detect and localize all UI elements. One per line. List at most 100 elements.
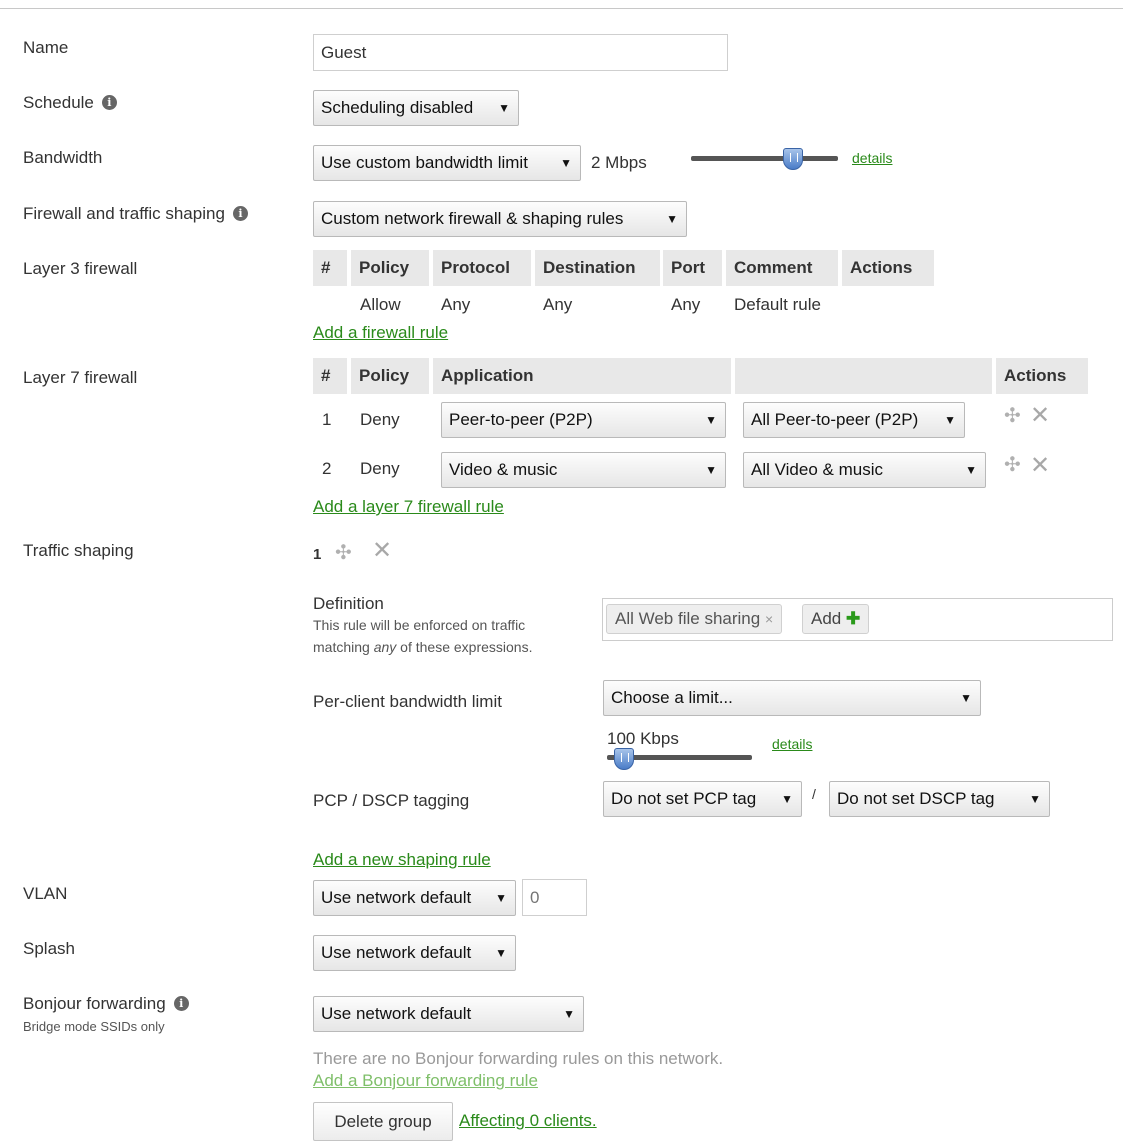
per-client-limit-select[interactable]: Choose a limit... ▼: [603, 680, 981, 716]
info-icon[interactable]: i: [232, 206, 248, 221]
close-icon[interactable]: ✕: [1030, 404, 1050, 428]
bandwidth-slider-handle[interactable]: [783, 148, 803, 170]
pcp-dscp-label: PCP / DSCP tagging: [313, 791, 470, 810]
layer3-header-policy: Policy: [351, 250, 429, 286]
layer7-row-num: 2: [322, 459, 332, 478]
bandwidth-details-link[interactable]: details: [852, 150, 892, 166]
chevron-down-icon: ▼: [1029, 792, 1041, 806]
layer3-header-port: Port: [663, 250, 722, 286]
vlan-select[interactable]: Use network default ▼: [313, 880, 516, 916]
bandwidth-label: Bandwidth: [23, 148, 103, 167]
definition-help-em: any: [373, 639, 397, 655]
delete-group-button[interactable]: Delete group: [313, 1102, 453, 1141]
definition-help: This rule will be enforced on traffic: [313, 617, 526, 633]
firewall-select-value: Custom network firewall & shaping rules: [321, 209, 624, 228]
layer3-row-protocol: Any: [441, 295, 471, 314]
add-tag-button[interactable]: Add ✚: [802, 604, 870, 634]
chevron-down-icon: ▼: [495, 891, 507, 905]
layer7-label: Layer 7 firewall: [23, 368, 138, 387]
layer3-row-port: Any: [671, 295, 701, 314]
layer7-row-app-select[interactable]: All Peer-to-peer (P2P) ▼: [743, 402, 965, 438]
pcp-dscp-separator: /: [812, 786, 816, 802]
chevron-down-icon: ▼: [781, 792, 793, 806]
move-icon[interactable]: ✣: [335, 543, 352, 563]
affecting-clients-link[interactable]: Affecting 0 clients.: [459, 1111, 597, 1131]
name-label: Name: [23, 38, 69, 57]
per-client-slider-handle[interactable]: [614, 748, 634, 770]
traffic-shaping-label: Traffic shaping: [23, 541, 134, 560]
add-shaping-rule-link[interactable]: Add a new shaping rule: [313, 850, 491, 870]
layer7-header-blank: [735, 358, 992, 394]
vlan-id-input[interactable]: [522, 879, 587, 916]
per-client-label: Per-client bandwidth limit: [313, 692, 502, 711]
bonjour-sublabel: Bridge mode SSIDs only: [23, 1019, 165, 1034]
schedule-select-value: Scheduling disabled: [321, 98, 474, 117]
name-input[interactable]: [313, 34, 728, 71]
layer7-header-application: Application: [433, 358, 731, 394]
schedule-select[interactable]: Scheduling disabled ▼: [313, 90, 519, 126]
vlan-label: VLAN: [23, 884, 68, 903]
definition-help: matching any of these expressions.: [313, 639, 532, 655]
definition-tag: All Web file sharing ×: [606, 604, 783, 634]
bandwidth-select[interactable]: Use custom bandwidth limit ▼: [313, 145, 581, 181]
chevron-down-icon: ▼: [960, 691, 972, 705]
chevron-down-icon: ▼: [705, 463, 717, 477]
move-icon[interactable]: ✣: [1004, 455, 1021, 475]
add-layer7-rule-link[interactable]: Add a layer 7 firewall rule: [313, 497, 504, 517]
firewall-select[interactable]: Custom network firewall & shaping rules ▼: [313, 201, 687, 237]
add-tag-label: Add: [811, 609, 842, 628]
layer3-header-destination: Destination: [535, 250, 660, 286]
chevron-down-icon: ▼: [560, 156, 572, 170]
layer3-header-comment: Comment: [726, 250, 838, 286]
chevron-down-icon: ▼: [498, 101, 510, 115]
layer7-header-num: #: [313, 358, 347, 394]
chevron-down-icon: ▼: [495, 946, 507, 960]
per-client-limit-text: 100 Kbps: [607, 729, 679, 748]
dscp-select-value: Do not set DSCP tag: [837, 789, 995, 808]
layer7-header-policy: Policy: [351, 358, 429, 394]
vlan-select-value: Use network default: [321, 888, 472, 907]
bandwidth-select-value: Use custom bandwidth limit: [321, 153, 528, 172]
info-icon[interactable]: i: [101, 95, 117, 110]
chevron-down-icon: ▼: [944, 413, 956, 427]
pcp-select[interactable]: Do not set PCP tag ▼: [603, 781, 802, 817]
bonjour-label: Bonjour forwarding i: [23, 994, 189, 1014]
layer7-row-category-select[interactable]: Video & music ▼: [441, 452, 726, 488]
definition-tag-label: All Web file sharing: [615, 609, 761, 628]
chevron-down-icon: ▼: [965, 463, 977, 477]
bandwidth-limit-text: 2 Mbps: [591, 153, 647, 172]
splash-select[interactable]: Use network default ▼: [313, 935, 516, 971]
layer3-header-actions: Actions: [842, 250, 934, 286]
info-icon[interactable]: i: [173, 996, 189, 1011]
bonjour-select[interactable]: Use network default ▼: [313, 996, 584, 1032]
definition-help-pre: matching: [313, 639, 374, 655]
definition-label: Definition: [313, 594, 384, 613]
layer7-row-policy: Deny: [360, 410, 400, 429]
layer7-row-app-select[interactable]: All Video & music ▼: [743, 452, 986, 488]
top-divider: [0, 8, 1123, 9]
layer3-row-policy: Allow: [360, 295, 401, 314]
layer7-row-category-select[interactable]: Peer-to-peer (P2P) ▼: [441, 402, 726, 438]
layer7-row-category-value: Peer-to-peer (P2P): [449, 410, 593, 429]
layer3-header-protocol: Protocol: [433, 250, 531, 286]
layer7-row-app-value: All Peer-to-peer (P2P): [751, 410, 919, 429]
layer3-header-num: #: [313, 250, 347, 286]
schedule-label-text: Schedule: [23, 93, 94, 112]
move-icon[interactable]: ✣: [1004, 406, 1021, 426]
tag-remove-icon[interactable]: ×: [765, 611, 773, 627]
chevron-down-icon: ▼: [705, 413, 717, 427]
per-client-details-link[interactable]: details: [772, 736, 812, 752]
close-icon[interactable]: ✕: [1030, 454, 1050, 478]
splash-select-value: Use network default: [321, 943, 472, 962]
bonjour-label-text: Bonjour forwarding: [23, 994, 166, 1013]
add-firewall-rule-link[interactable]: Add a firewall rule: [313, 323, 448, 343]
firewall-label-text: Firewall and traffic shaping: [23, 204, 225, 223]
dscp-select[interactable]: Do not set DSCP tag ▼: [829, 781, 1050, 817]
plus-icon: ✚: [845, 609, 861, 628]
layer3-row-destination: Any: [543, 295, 573, 314]
layer3-label: Layer 3 firewall: [23, 259, 138, 278]
close-icon[interactable]: ✕: [372, 539, 392, 563]
add-bonjour-rule-link[interactable]: Add a Bonjour forwarding rule: [313, 1071, 538, 1091]
layer7-row-category-value: Video & music: [449, 460, 558, 479]
bandwidth-slider-track[interactable]: [691, 156, 838, 161]
